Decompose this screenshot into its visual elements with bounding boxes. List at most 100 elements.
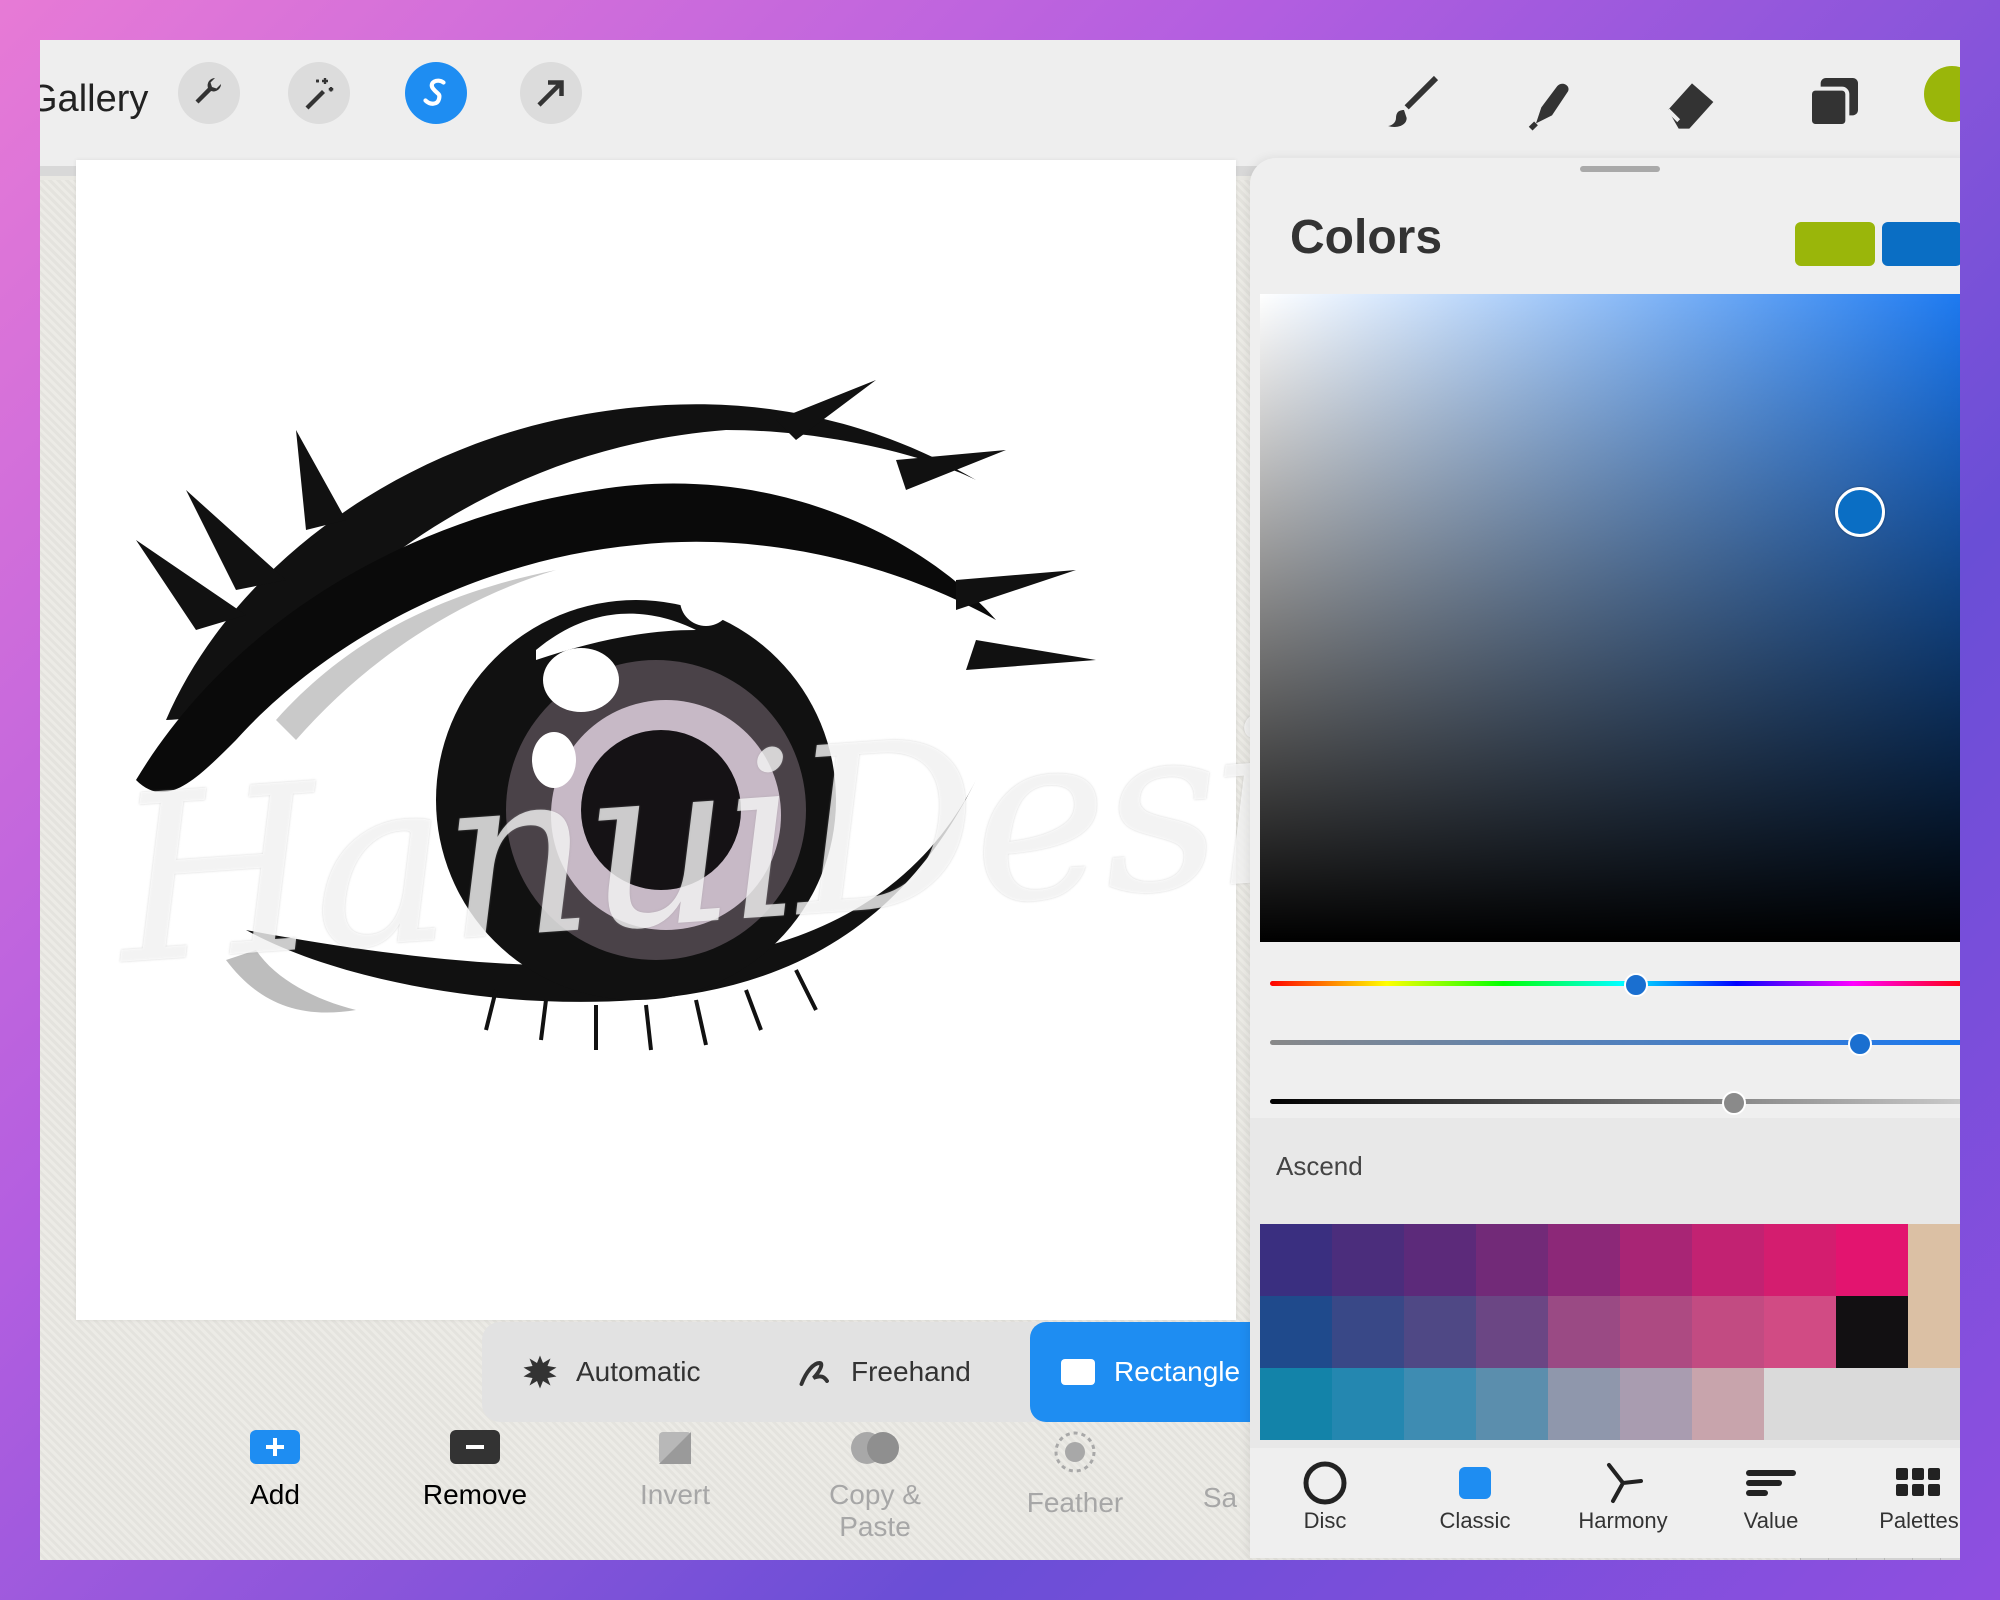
value-bars-icon: [1746, 1470, 1796, 1496]
hue-slider[interactable]: [1270, 981, 1960, 986]
palette-swatch[interactable]: [1908, 1296, 1960, 1368]
brightness-slider[interactable]: [1270, 1099, 1960, 1104]
mode-freehand[interactable]: Freehand: [797, 1322, 971, 1422]
classic-square-icon: [1459, 1467, 1491, 1499]
plus-icon: [250, 1430, 300, 1464]
selection-icon[interactable]: [405, 62, 467, 124]
magic-wand-icon[interactable]: [288, 62, 350, 124]
action-label: Feather: [1026, 1487, 1124, 1518]
add-button[interactable]: Add: [190, 1430, 360, 1511]
palette-swatch[interactable]: [1764, 1296, 1836, 1368]
colors-panel: Colors Ascend Disc Classic Harmony Value…: [1250, 158, 1960, 1558]
smudge-icon[interactable]: [1520, 70, 1584, 134]
invert-button[interactable]: Invert: [590, 1430, 760, 1511]
action-label: Sa: [1202, 1482, 1238, 1513]
palette-swatch[interactable]: [1548, 1368, 1620, 1440]
mode-label: Freehand: [851, 1356, 971, 1387]
layers-icon[interactable]: [1802, 70, 1866, 134]
procreate-screen: Gallery HanuiDesignID Automatic Freehand…: [40, 40, 1960, 1560]
palette-swatch[interactable]: [1404, 1224, 1476, 1296]
palette-swatch[interactable]: [1764, 1224, 1836, 1296]
tab-label: Palettes: [1879, 1508, 1959, 1533]
palette-swatch[interactable]: [1260, 1296, 1332, 1368]
action-label: Add: [250, 1479, 300, 1510]
remove-button[interactable]: Remove: [390, 1430, 560, 1511]
save-button[interactable]: Sa: [1190, 1430, 1250, 1514]
freehand-icon: [799, 1361, 829, 1386]
drawing-canvas[interactable]: HanuiDesignID: [76, 160, 1835, 1320]
tab-value[interactable]: Value: [1706, 1458, 1836, 1534]
action-label: Invert: [639, 1479, 711, 1510]
palette-swatch[interactable]: [1764, 1368, 1836, 1440]
eraser-icon[interactable]: [1660, 70, 1724, 134]
gallery-button[interactable]: Gallery: [40, 78, 148, 121]
palette-swatch[interactable]: [1548, 1224, 1620, 1296]
action-label: Copy & Paste: [829, 1479, 921, 1542]
palette-swatch[interactable]: [1260, 1368, 1332, 1440]
tab-label: Harmony: [1578, 1508, 1668, 1533]
palette-swatch[interactable]: [1692, 1224, 1764, 1296]
panel-title: Colors: [1290, 211, 1443, 264]
palette-swatch[interactable]: [1404, 1368, 1476, 1440]
palette-swatch[interactable]: [1332, 1296, 1404, 1368]
mode-rectangle[interactable]: Rectangle: [1030, 1322, 1271, 1422]
palettes-grid-icon: [1896, 1468, 1940, 1496]
primary-color-swatch[interactable]: [1795, 222, 1875, 266]
transform-arrow-icon[interactable]: [520, 62, 582, 124]
harmony-icon: [1607, 1463, 1643, 1503]
top-toolbar: Gallery: [40, 40, 1960, 176]
mode-label: Rectangle: [1114, 1356, 1241, 1387]
mode-label: Automatic: [576, 1356, 701, 1387]
selection-mode-bar: Automatic Freehand Rectangle: [482, 1322, 1282, 1422]
brush-icon[interactable]: [1380, 70, 1444, 134]
secondary-color-swatch[interactable]: [1882, 222, 1960, 266]
color-picker-square[interactable]: [1260, 294, 1960, 942]
mode-automatic[interactable]: Automatic: [522, 1322, 701, 1422]
palette-swatch[interactable]: [1260, 1224, 1332, 1296]
palette-swatch[interactable]: [1404, 1296, 1476, 1368]
color-picker-knob[interactable]: [1835, 487, 1885, 537]
palette-swatch[interactable]: [1692, 1368, 1764, 1440]
save-icon: [1190, 1430, 1250, 1474]
palette-swatch[interactable]: [1692, 1296, 1764, 1368]
tab-palettes[interactable]: Palettes: [1854, 1458, 1960, 1534]
minus-icon: [450, 1430, 500, 1464]
invert-icon: [659, 1432, 691, 1464]
tab-harmony[interactable]: Harmony: [1558, 1458, 1688, 1534]
palette-swatch[interactable]: [1332, 1224, 1404, 1296]
palette-swatch[interactable]: [1836, 1296, 1908, 1368]
copy-paste-button[interactable]: Copy & Paste: [790, 1430, 960, 1543]
saturation-slider-knob[interactable]: [1848, 1032, 1872, 1056]
automatic-gear-icon: [523, 1355, 557, 1389]
disc-icon: [1303, 1461, 1347, 1505]
palette-swatch[interactable]: [1476, 1368, 1548, 1440]
tab-disc[interactable]: Disc: [1260, 1458, 1390, 1534]
selection-actions: Add Remove Invert Copy & Paste Feather S…: [190, 1430, 1290, 1560]
wrench-icon[interactable]: [178, 62, 240, 124]
eye-drawing: [136, 380, 1096, 1051]
palette-swatch[interactable]: [1476, 1224, 1548, 1296]
palette-swatch[interactable]: [1620, 1296, 1692, 1368]
brightness-slider-knob[interactable]: [1722, 1091, 1746, 1115]
tab-label: Value: [1743, 1508, 1799, 1533]
tab-label: Disc: [1303, 1508, 1347, 1533]
palette-swatch[interactable]: [1332, 1368, 1404, 1440]
feather-button[interactable]: Feather: [990, 1430, 1160, 1519]
palette-swatch[interactable]: [1836, 1368, 1908, 1440]
panel-grab-handle[interactable]: [1580, 166, 1660, 172]
palette-swatch[interactable]: [1836, 1224, 1908, 1296]
feather-icon: [1054, 1431, 1096, 1473]
tab-classic[interactable]: Classic: [1410, 1458, 1540, 1534]
action-label: Remove: [422, 1479, 528, 1510]
current-color-button[interactable]: [1924, 66, 1960, 122]
palette-swatch[interactable]: [1476, 1296, 1548, 1368]
palette-swatch[interactable]: [1908, 1224, 1960, 1296]
hue-slider-knob[interactable]: [1624, 973, 1648, 997]
copy-paste-icon: [851, 1432, 899, 1464]
palette-name: Ascend: [1276, 1151, 1363, 1181]
palette-swatch[interactable]: [1620, 1368, 1692, 1440]
palette-swatch[interactable]: [1908, 1368, 1960, 1440]
tab-label: Classic: [1439, 1508, 1511, 1533]
palette-swatch[interactable]: [1548, 1296, 1620, 1368]
palette-swatch[interactable]: [1620, 1224, 1692, 1296]
